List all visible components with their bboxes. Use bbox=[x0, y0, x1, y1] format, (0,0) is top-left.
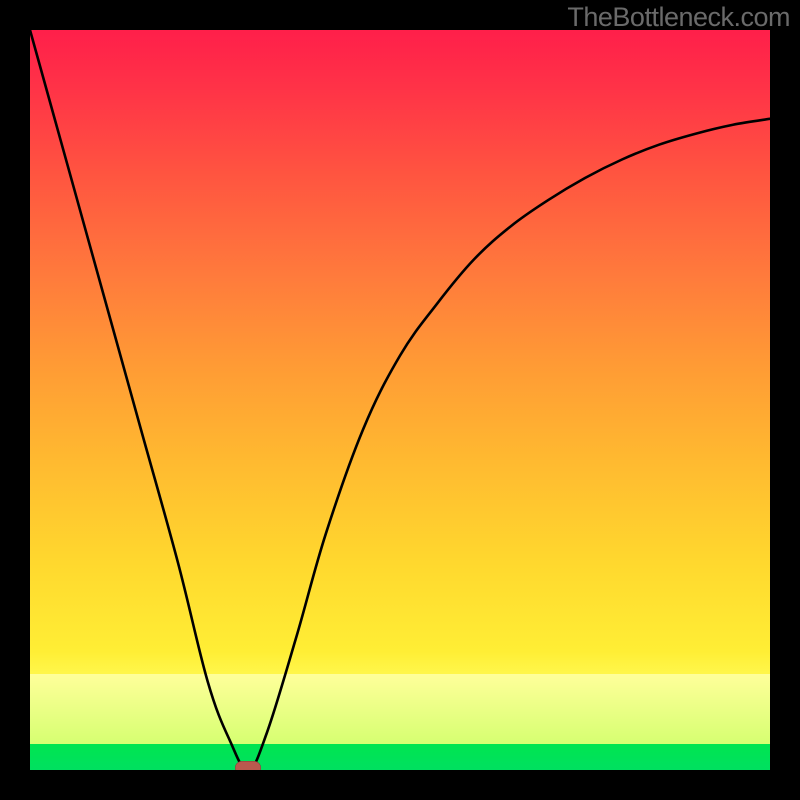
plot-area bbox=[30, 30, 770, 770]
bottleneck-curve bbox=[30, 30, 770, 770]
minimum-marker bbox=[235, 761, 261, 770]
chart-frame: TheBottleneck.com bbox=[0, 0, 800, 800]
watermark-text: TheBottleneck.com bbox=[567, 2, 790, 33]
